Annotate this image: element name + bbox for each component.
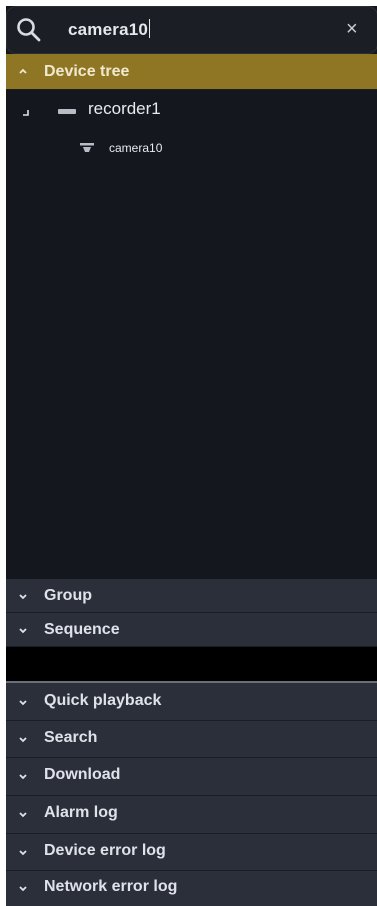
chevron-down-icon xyxy=(19,774,27,780)
sequence-header[interactable]: Sequence xyxy=(6,613,377,647)
camera-label: camera10 xyxy=(109,141,163,155)
chevron-down-icon xyxy=(19,628,27,634)
device-error-log-label: Device error log xyxy=(44,842,166,859)
network-error-log-label: Network error log xyxy=(44,878,178,895)
device-tree-title: Device tree xyxy=(44,63,130,80)
network-error-log-header[interactable]: Network error log xyxy=(6,871,377,906)
group-label: Group xyxy=(44,587,92,604)
tree-node-camera[interactable]: camera10 xyxy=(6,90,377,165)
device-tree-header[interactable]: Device tree xyxy=(6,54,377,90)
chevron-down-icon xyxy=(19,594,27,600)
search-icon[interactable] xyxy=(16,17,42,43)
quick-playback-label: Quick playback xyxy=(44,692,162,709)
group-header[interactable]: Group xyxy=(6,579,377,613)
quick-playback-header[interactable]: Quick playback xyxy=(6,683,377,721)
clear-search-icon[interactable]: × xyxy=(346,19,358,39)
sequence-label: Sequence xyxy=(44,621,120,638)
chevron-up-icon xyxy=(19,68,27,74)
device-tree: recorder1 camera10 xyxy=(6,90,377,579)
chevron-down-icon xyxy=(19,886,27,892)
chevron-down-icon xyxy=(19,737,27,743)
alarm-log-header[interactable]: Alarm log xyxy=(6,796,377,834)
device-error-log-header[interactable]: Device error log xyxy=(6,834,377,871)
search-header[interactable]: Search xyxy=(6,721,377,758)
search-input-value: camera10 xyxy=(68,20,149,39)
chevron-down-icon xyxy=(19,700,27,706)
download-label: Download xyxy=(44,766,121,783)
search-bar[interactable]: camera10 × xyxy=(6,6,377,54)
chevron-down-icon xyxy=(19,812,27,818)
chevron-down-icon xyxy=(19,850,27,856)
alarm-log-label: Alarm log xyxy=(44,804,118,821)
device-panel: camera10 × Device tree recorder1 camera1… xyxy=(6,6,377,906)
download-header[interactable]: Download xyxy=(6,758,377,796)
search-section-label: Search xyxy=(44,729,98,746)
empty-area xyxy=(6,647,377,681)
search-input[interactable]: camera10 xyxy=(68,19,151,40)
camera-icon xyxy=(80,143,94,152)
text-caret xyxy=(149,19,151,38)
